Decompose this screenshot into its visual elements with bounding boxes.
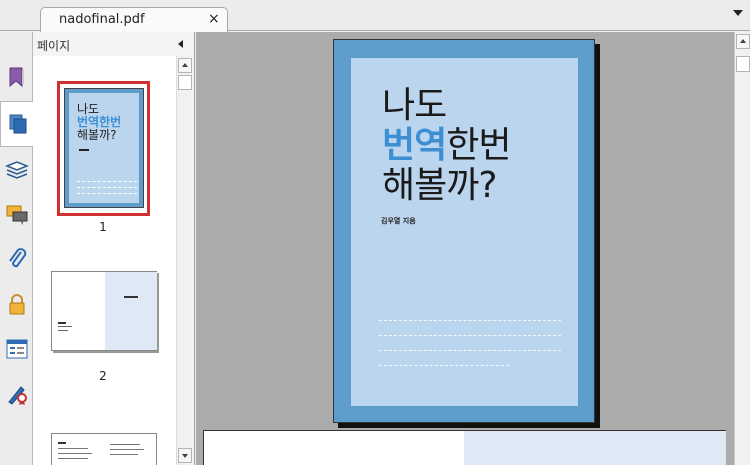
panel-header: 페이지 — [33, 32, 195, 56]
cover-title-highlight: 번역 — [382, 125, 447, 166]
panel-title: 페이지 — [37, 39, 71, 53]
document-page-2[interactable] — [203, 430, 726, 465]
page-thumbnail-3[interactable] — [51, 433, 157, 465]
document-view[interactable]: 나도 번역한번 해볼까? 김우열 지음 — [196, 32, 734, 465]
scroll-up-icon[interactable] — [178, 58, 192, 73]
thumb-title-line-3: 해볼까? — [77, 128, 117, 142]
navigation-toolbar — [0, 32, 34, 465]
scrollbar-thumb[interactable] — [178, 75, 192, 90]
tab-list-dropdown-icon[interactable] — [733, 10, 743, 16]
tab-title: nadofinal.pdf — [59, 12, 145, 27]
cover-title-line-1: 나도 — [382, 85, 447, 126]
page-thumbnail-1[interactable]: 나도 번역한번 해볼까? — [57, 81, 150, 216]
bookmark-icon[interactable] — [2, 62, 31, 92]
page-2-tinted-half — [464, 431, 726, 465]
document-tab[interactable]: nadofinal.pdf × — [40, 7, 228, 32]
signature-icon[interactable] — [2, 379, 31, 409]
form-fields-icon[interactable] — [2, 334, 31, 364]
cover-title: 나도 번역한번 해볼까? — [382, 85, 512, 206]
page-thumbnails-panel: 페이지 나도 번역한번 해볼까? 1 2 — [33, 32, 195, 465]
document-scrollbar[interactable] — [734, 32, 750, 465]
cover-blurb — [379, 320, 561, 380]
cover-author: 김우열 지음 — [381, 217, 416, 225]
cover-inner-panel: 나도 번역한번 해볼까? 김우열 지음 — [351, 58, 578, 406]
page-number-2: 2 — [99, 369, 107, 383]
scroll-down-icon[interactable] — [178, 448, 192, 463]
pages-icon[interactable] — [0, 101, 34, 147]
collapse-panel-icon[interactable] — [178, 40, 183, 48]
page-thumbnail-2[interactable] — [51, 271, 157, 351]
thumbnail-list[interactable]: 나도 번역한번 해볼까? 1 2 — [33, 56, 176, 465]
cover-title-line-2-rest: 한번 — [446, 125, 511, 166]
comments-icon[interactable] — [2, 200, 31, 230]
document-page-1[interactable]: 나도 번역한번 해볼까? 김우열 지음 — [333, 39, 595, 423]
doc-scroll-up-icon[interactable] — [736, 34, 750, 49]
security-icon[interactable] — [2, 289, 31, 319]
tab-bar: nadofinal.pdf × — [0, 0, 750, 32]
cover-title-line-3: 해볼까? — [382, 165, 497, 206]
attachment-icon[interactable] — [2, 244, 31, 274]
cover-title-line-2: 번역한번 — [382, 125, 512, 166]
page-number-1: 1 — [99, 220, 107, 234]
doc-scrollbar-thumb[interactable] — [736, 56, 750, 72]
thumbnail-scrollbar[interactable] — [176, 56, 192, 465]
layers-icon[interactable] — [2, 155, 31, 185]
close-icon[interactable]: × — [208, 11, 220, 27]
